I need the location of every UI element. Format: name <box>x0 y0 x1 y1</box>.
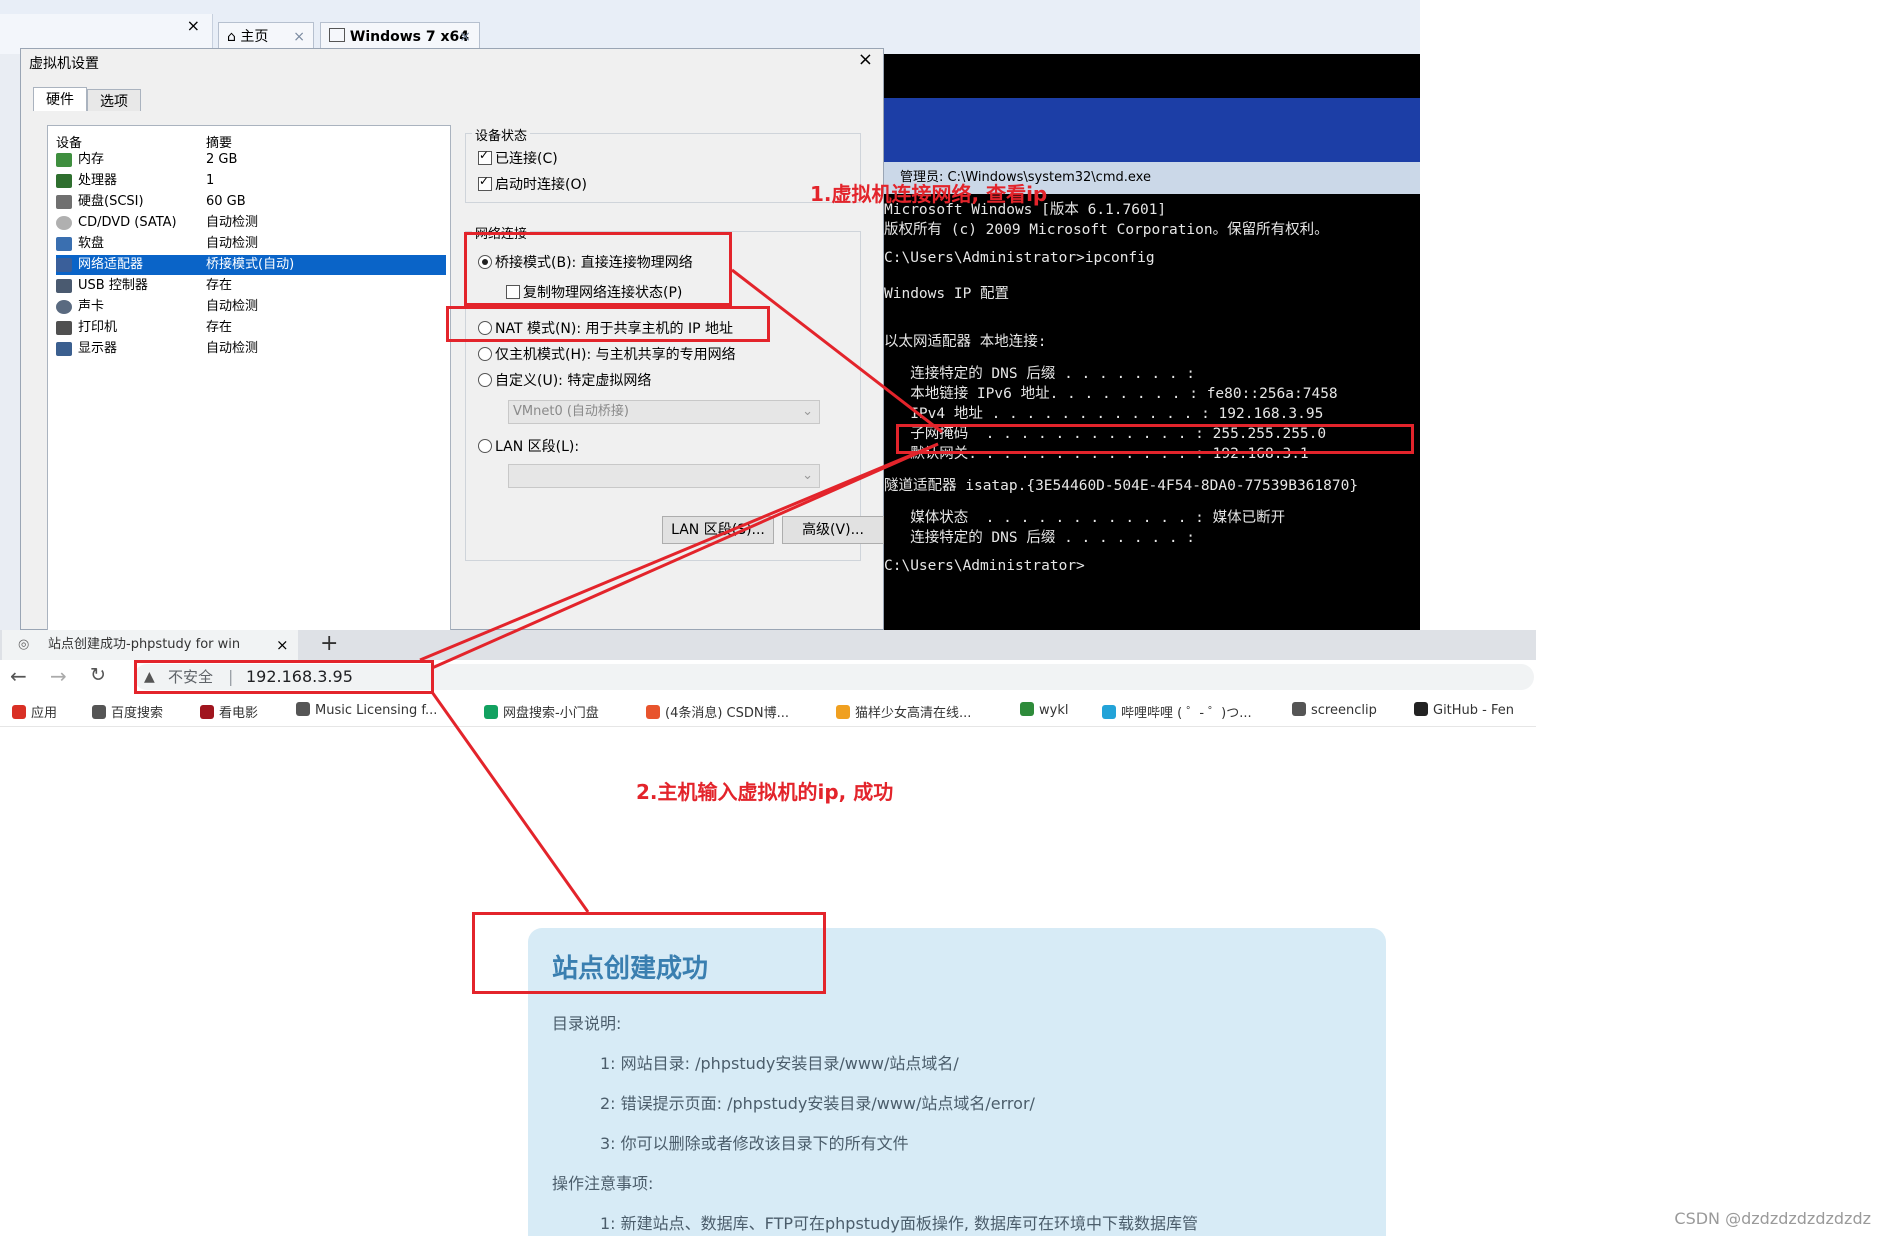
annotation-box-title <box>472 912 826 994</box>
annotation-line <box>431 442 939 670</box>
annotation-step1: 1.虚拟机连接网络, 查看ip <box>810 182 1048 206</box>
annotation-line <box>419 442 939 662</box>
annotation-box-nat <box>446 306 770 342</box>
annotation-line <box>731 268 943 434</box>
annotation-line <box>430 691 590 913</box>
csdn-watermark: CSDN @dzdzdzdzdzdzdz <box>1674 1209 1871 1228</box>
annotation-box-ipv4 <box>896 424 1414 454</box>
annotation-box-bridged <box>464 232 732 306</box>
annotation-box-url <box>134 660 434 694</box>
annotation-step2: 2.主机输入虚拟机的ip, 成功 <box>636 780 894 804</box>
